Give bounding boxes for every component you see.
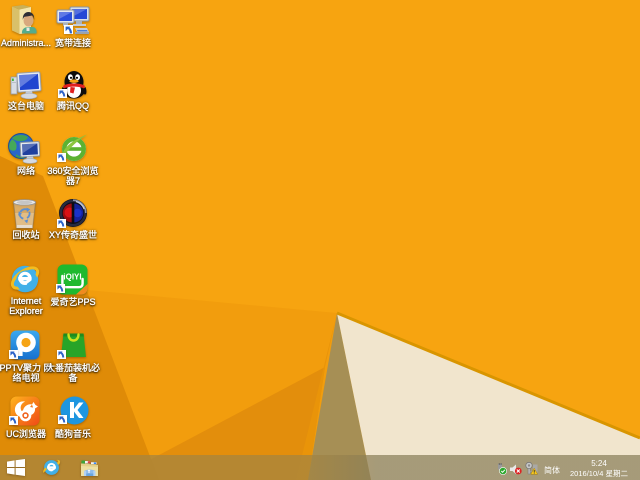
svg-text:iQIYI: iQIYI (63, 273, 81, 282)
